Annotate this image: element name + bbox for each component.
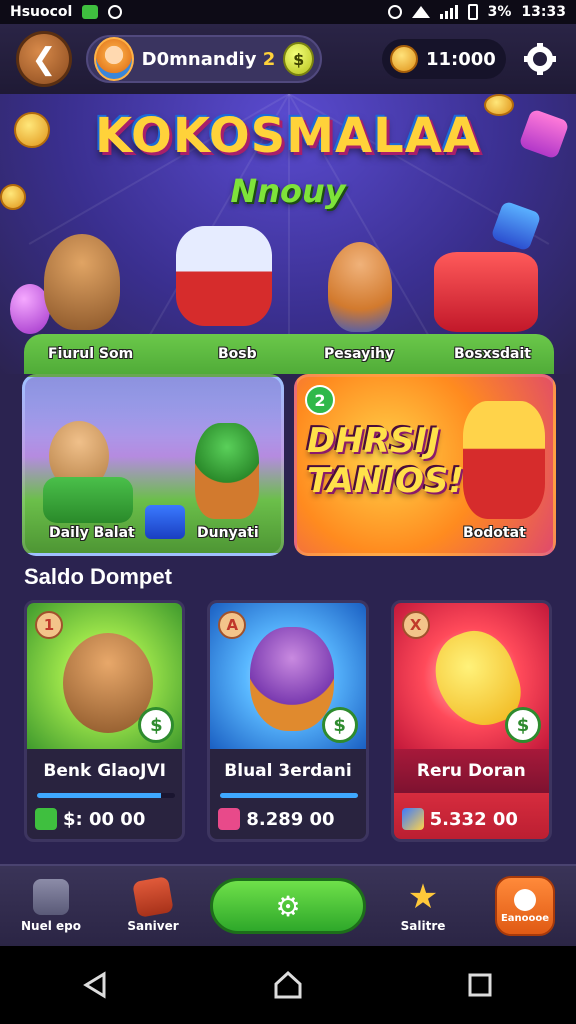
nav-label: Salitre <box>400 919 446 933</box>
character-robot-car[interactable] <box>176 226 272 326</box>
system-back-button[interactable] <box>74 963 118 1007</box>
profile-tab[interactable]: Eanoooe <box>495 876 555 936</box>
back-triangle-icon <box>83 971 106 999</box>
wifi-icon <box>411 6 430 18</box>
promo-label: Bodotat <box>463 525 526 541</box>
nav-item-ticket[interactable]: Saniver <box>108 876 198 933</box>
wallet-name: Blual 3erdani <box>224 761 352 781</box>
character-bear[interactable] <box>44 234 120 330</box>
gift-box-icon <box>145 505 185 539</box>
recents-square-icon <box>468 973 492 997</box>
balance-pill[interactable]: 11:000 <box>382 39 506 79</box>
wallet-value-row: 5.332 00 <box>393 793 549 839</box>
top-header: ❮ D0mnandiy 2 $ 11:000 <box>0 24 576 94</box>
cash-icon <box>35 808 57 830</box>
home-circle-icon <box>274 970 302 999</box>
gold-coin-icon <box>390 45 418 73</box>
character-racer <box>463 401 545 519</box>
ticket-icon <box>132 876 174 918</box>
wallet-progress <box>37 793 175 798</box>
nav-item-home[interactable]: Nuel epo <box>6 879 96 933</box>
system-nav <box>0 946 576 1024</box>
game-subtitle: Nnouy <box>230 172 346 210</box>
wallet-name: Benk GlaoJVI <box>43 761 166 781</box>
nav-label: Eanoooe <box>500 912 550 924</box>
back-button[interactable]: ❮ <box>16 31 72 87</box>
play-button[interactable]: ⚙ <box>210 878 366 934</box>
wallet-value-row: 8.289 00 <box>218 803 360 835</box>
wallet-card[interactable]: A $ Blual 3erdani 8.289 00 <box>207 600 369 842</box>
profile-pill[interactable]: D0mnandiy 2 $ <box>86 35 322 83</box>
battery-text: 3% <box>487 4 512 20</box>
system-home-button[interactable] <box>266 963 310 1007</box>
gear-icon <box>524 43 556 75</box>
coin-symbol: $ <box>293 49 305 69</box>
promo-headline: DHRSIJ TANIOS! <box>307 421 464 501</box>
character-truck[interactable] <box>434 252 538 332</box>
wallet-value: 5.332 00 <box>429 808 518 830</box>
wallet-value: 8.289 00 <box>246 808 335 830</box>
star-icon: ★ <box>407 877 439 917</box>
wallet-value: $: 00 00 <box>63 808 146 830</box>
settings-button[interactable] <box>520 39 560 79</box>
gem-icon <box>218 808 241 830</box>
battery-icon <box>467 4 478 20</box>
character-label: Pesayihy <box>324 346 395 362</box>
promo-label: Dunyati <box>197 525 259 541</box>
clock-text: 13:33 <box>521 4 566 20</box>
card-corner-badge: X <box>401 611 430 639</box>
nav-label: Saniver <box>127 919 179 933</box>
player-level: 2 <box>262 48 276 70</box>
wallet-card[interactable]: X $ Reru Doran 5.332 00 <box>390 600 552 842</box>
promo-row: Daily Balat Dunyati 2 DHRSIJ TANIOS! Bod… <box>22 374 556 556</box>
green-car-icon <box>43 477 133 523</box>
coin-badge-icon[interactable]: $ <box>283 42 314 76</box>
character-label: Fiurul Som <box>48 346 134 362</box>
gem-icon <box>401 808 424 830</box>
balance-text: 11:000 <box>426 48 496 70</box>
promo-label: Daily Balat <box>49 525 135 541</box>
dollar-icon[interactable]: $ <box>504 707 541 743</box>
notification-icon <box>82 5 99 19</box>
card-corner-badge: 1 <box>35 611 63 639</box>
promo-card-daily[interactable]: Daily Balat Dunyati <box>22 374 284 556</box>
game-title: KOKOSMALAA <box>94 108 482 164</box>
nav-item-profile[interactable]: Eanoooe <box>480 876 570 936</box>
wallet-value-row: $: 00 00 <box>35 803 177 835</box>
nav-label: Nuel epo <box>21 919 81 933</box>
profile-icon <box>514 888 536 911</box>
wallet-progress <box>220 793 359 798</box>
arrow-left-icon: ❮ <box>31 41 57 77</box>
play-icon: ⚙ <box>275 889 301 923</box>
signal-icon <box>439 5 458 19</box>
character-goblin <box>195 423 259 519</box>
character-label: Bosxsdait <box>454 346 531 362</box>
avatar[interactable] <box>94 37 134 81</box>
section-title: Saldo Dompet <box>24 564 172 589</box>
character-pirate[interactable] <box>328 242 392 332</box>
status-bar: Hsuocol 3% 13:33 <box>0 0 576 24</box>
carrier-text: Hsuocol <box>10 4 73 20</box>
nav-item-star[interactable]: ★ Salitre <box>378 879 468 933</box>
hero-banner[interactable]: KOKOSMALAA Nnouy Fiurul Som Bosb Pesayih… <box>0 94 576 374</box>
dollar-icon[interactable]: $ <box>321 707 358 743</box>
wallet-card[interactable]: 1 $ Benk GlaoJVI $: 00 00 <box>24 600 186 842</box>
wallet-name: Reru Doran <box>393 749 549 793</box>
player-name: D0mnandiy 2 <box>141 48 276 70</box>
alarm-icon <box>108 5 123 19</box>
promo-card-event[interactable]: 2 DHRSIJ TANIOS! Bodotat <box>294 374 556 556</box>
character-label: Bosb <box>218 346 257 362</box>
home-icon <box>33 879 69 915</box>
sync-icon <box>387 5 402 19</box>
bottom-nav: Nuel epo Saniver ⚙ ★ Salitre Eanoooe <box>0 864 576 946</box>
system-recents-button[interactable] <box>458 963 502 1007</box>
wallet-row: 1 $ Benk GlaoJVI $: 00 00 A $ Blual 3erd… <box>24 600 552 842</box>
promo-badge: 2 <box>305 385 335 415</box>
